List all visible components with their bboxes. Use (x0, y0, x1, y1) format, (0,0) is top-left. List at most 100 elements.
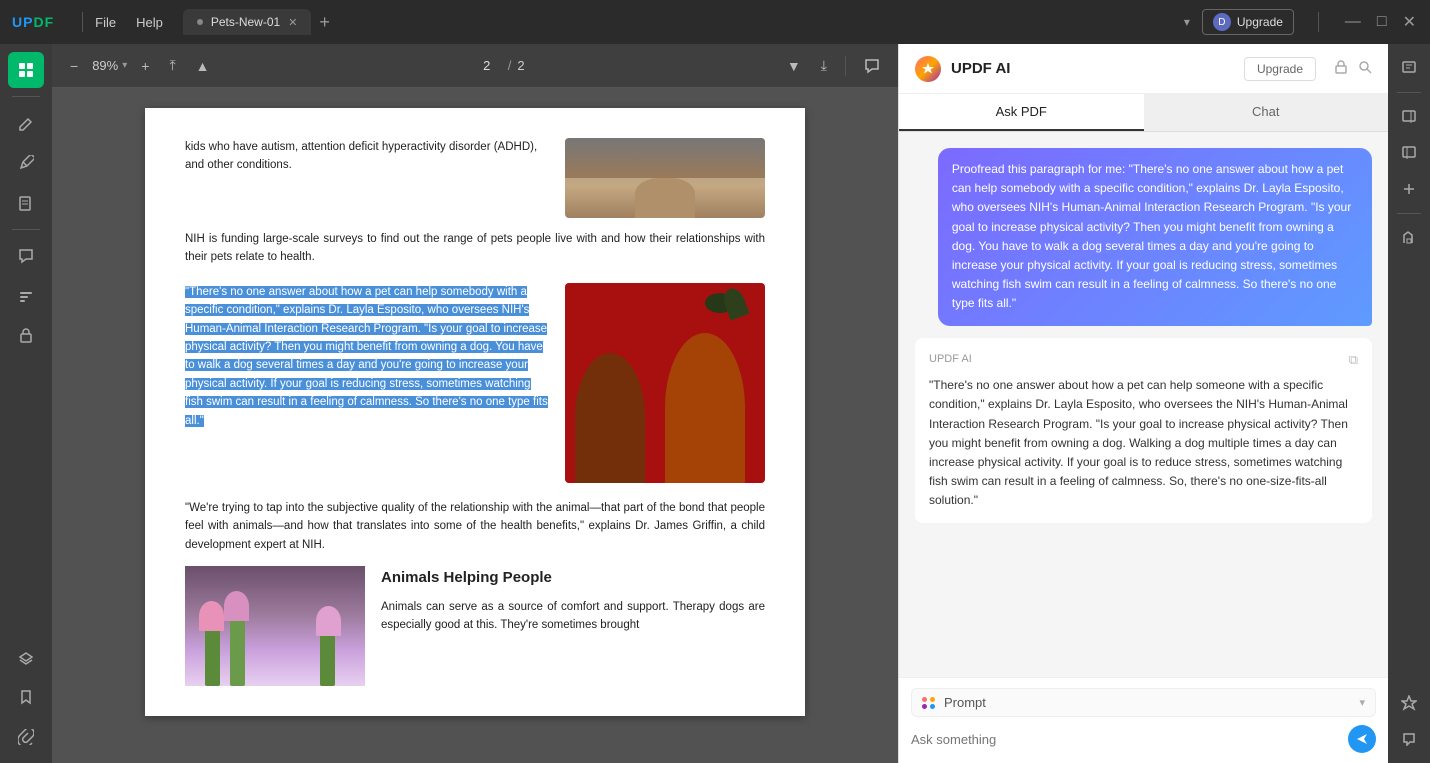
page-sep: / (508, 58, 512, 73)
sidebar-layers-icon[interactable] (8, 639, 44, 675)
dot4 (930, 704, 935, 709)
right-sidebar (1388, 44, 1430, 763)
pdf-area: − 89% ▾ + ⤒ ▲ / 2 ▼ ⤓ (52, 44, 898, 763)
zoom-in-btn[interactable]: + (135, 54, 155, 78)
sidebar-form-icon[interactable] (8, 278, 44, 314)
title-sep (82, 12, 83, 32)
ai-response-text: "There's no one answer about how a pet c… (929, 378, 1348, 507)
toolbar: − 89% ▾ + ⤒ ▲ / 2 ▼ ⤓ (52, 44, 898, 88)
right-ai-icon[interactable] (1393, 687, 1425, 719)
ai-logo (915, 56, 941, 82)
right-sidebar-bottom (1393, 687, 1425, 755)
send-button[interactable] (1348, 725, 1376, 753)
sidebar-bookmark-icon[interactable] (8, 679, 44, 715)
menu-file[interactable]: File (95, 15, 116, 30)
ai-response-label: UPDF AI (929, 351, 972, 369)
sidebar-bottom (8, 639, 44, 755)
tab-indicator (197, 19, 203, 25)
tab-ask-pdf[interactable]: Ask PDF (899, 94, 1144, 131)
zoom-display: 89% ▾ (92, 58, 127, 73)
top-text: kids who have autism, attention deficit … (185, 138, 549, 175)
right-sidebar-icon4[interactable] (1393, 173, 1425, 205)
ask-input[interactable] (911, 726, 1340, 753)
toolbar-sep (845, 56, 846, 76)
zoom-dropdown-icon[interactable]: ▾ (122, 60, 127, 71)
comment-btn[interactable] (858, 54, 886, 78)
maximize-btn[interactable]: □ (1377, 13, 1387, 31)
left-sidebar (0, 44, 52, 763)
cat-image (565, 138, 765, 218)
ai-header-icons (1334, 60, 1372, 77)
lock-icon[interactable] (1334, 60, 1348, 77)
upgrade-button[interactable]: D Upgrade (1202, 9, 1294, 35)
prompt-selector[interactable]: Prompt ▾ (911, 688, 1376, 717)
page-last-btn[interactable]: ⤓ (815, 53, 833, 78)
sidebar-div1 (12, 96, 40, 97)
sidebar-protect-icon[interactable] (8, 318, 44, 354)
sidebar-clip-icon[interactable] (8, 719, 44, 755)
title-bar: UPDF File Help Pets-New-01 ✕ + ▾ D Upgra… (0, 0, 1430, 44)
tab-add-btn[interactable]: + (319, 12, 330, 33)
dogs-image (565, 283, 765, 483)
zoom-out-btn[interactable]: − (64, 54, 84, 78)
page-total: 2 (517, 58, 524, 73)
menu-help[interactable]: Help (136, 15, 163, 30)
dot2 (930, 697, 935, 702)
pdf-page: kids who have autism, attention deficit … (145, 108, 805, 716)
right-sidebar-icon5[interactable] (1393, 222, 1425, 254)
sidebar-comment-icon[interactable] (8, 238, 44, 274)
ai-title: UPDF AI (951, 60, 1010, 77)
copy-icon[interactable]: ⧉ (1349, 350, 1358, 371)
ai-response: UPDF AI ⧉ "There's no one answer about h… (915, 338, 1372, 523)
ai-header: UPDF AI Upgrade (899, 44, 1388, 94)
ai-chat-area[interactable]: Proofread this paragraph for me: "There'… (899, 132, 1388, 677)
user-message: Proofread this paragraph for me: "There'… (938, 148, 1372, 326)
sidebar-edit-icon[interactable] (8, 105, 44, 141)
bottom-section: Animals Helping People Animals can serve… (185, 566, 765, 686)
ai-prompt-area: Prompt ▾ (899, 677, 1388, 763)
prompt-dots-icon (922, 697, 936, 709)
top-text-col: kids who have autism, attention deficit … (185, 138, 549, 218)
close-btn[interactable]: ✕ (1403, 12, 1416, 32)
intro-text: NIH is funding large-scale surveys to fi… (185, 230, 765, 267)
page-nav: / 2 (472, 58, 525, 73)
tab-chat[interactable]: Chat (1144, 94, 1389, 131)
ask-input-row (911, 725, 1376, 753)
tab-pets[interactable]: Pets-New-01 ✕ (183, 9, 312, 35)
page-first-btn[interactable]: ⤒ (163, 53, 181, 78)
sidebar-pages-icon[interactable] (8, 185, 44, 221)
title-bar-right: ▾ D Upgrade — □ ✕ (1184, 9, 1418, 35)
ai-upgrade-btn[interactable]: Upgrade (1244, 57, 1316, 81)
dot3 (922, 704, 927, 709)
minimize-btn[interactable]: — (1345, 13, 1361, 31)
tab-close-btn[interactable]: ✕ (288, 16, 297, 29)
sidebar-view-icon[interactable] (8, 52, 44, 88)
ai-panel: UPDF AI Upgrade Ask PDF Chat Proofread t… (898, 44, 1388, 763)
right-sidebar-icon3[interactable] (1393, 137, 1425, 169)
sidebar-annotate-icon[interactable] (8, 145, 44, 181)
page-number-input[interactable] (472, 58, 502, 73)
sep2 (1318, 12, 1319, 32)
ai-tabs: Ask PDF Chat (899, 94, 1388, 132)
right-sidebar-div1 (1397, 92, 1421, 93)
bottom-quote: "We're trying to tap into the subjective… (185, 499, 765, 554)
prompt-label: Prompt (944, 695, 1351, 710)
tab-title: Pets-New-01 (211, 15, 280, 29)
tabs-chevron-icon[interactable]: ▾ (1184, 15, 1190, 29)
page-next-btn[interactable]: ▼ (781, 54, 807, 78)
right-sidebar-div2 (1397, 213, 1421, 214)
right-sidebar-icon2[interactable] (1393, 101, 1425, 133)
user-avatar: D (1213, 13, 1231, 31)
right-sidebar-icon1[interactable] (1393, 52, 1425, 84)
search-icon[interactable] (1358, 60, 1372, 77)
user-message-text: Proofread this paragraph for me: "There'… (952, 162, 1351, 310)
highlighted-paragraph: "There's no one answer about how a pet c… (185, 286, 548, 427)
main-layout: − 89% ▾ + ⤒ ▲ / 2 ▼ ⤓ (0, 44, 1430, 763)
zoom-level: 89% (92, 58, 118, 73)
pdf-content[interactable]: kids who have autism, attention deficit … (52, 88, 898, 763)
top-section: kids who have autism, attention deficit … (185, 138, 765, 218)
page-prev-btn[interactable]: ▲ (190, 54, 216, 78)
highlighted-text-col: "There's no one answer about how a pet c… (185, 283, 549, 483)
right-chat-icon[interactable] (1393, 723, 1425, 755)
dogs-image-col (565, 283, 765, 483)
